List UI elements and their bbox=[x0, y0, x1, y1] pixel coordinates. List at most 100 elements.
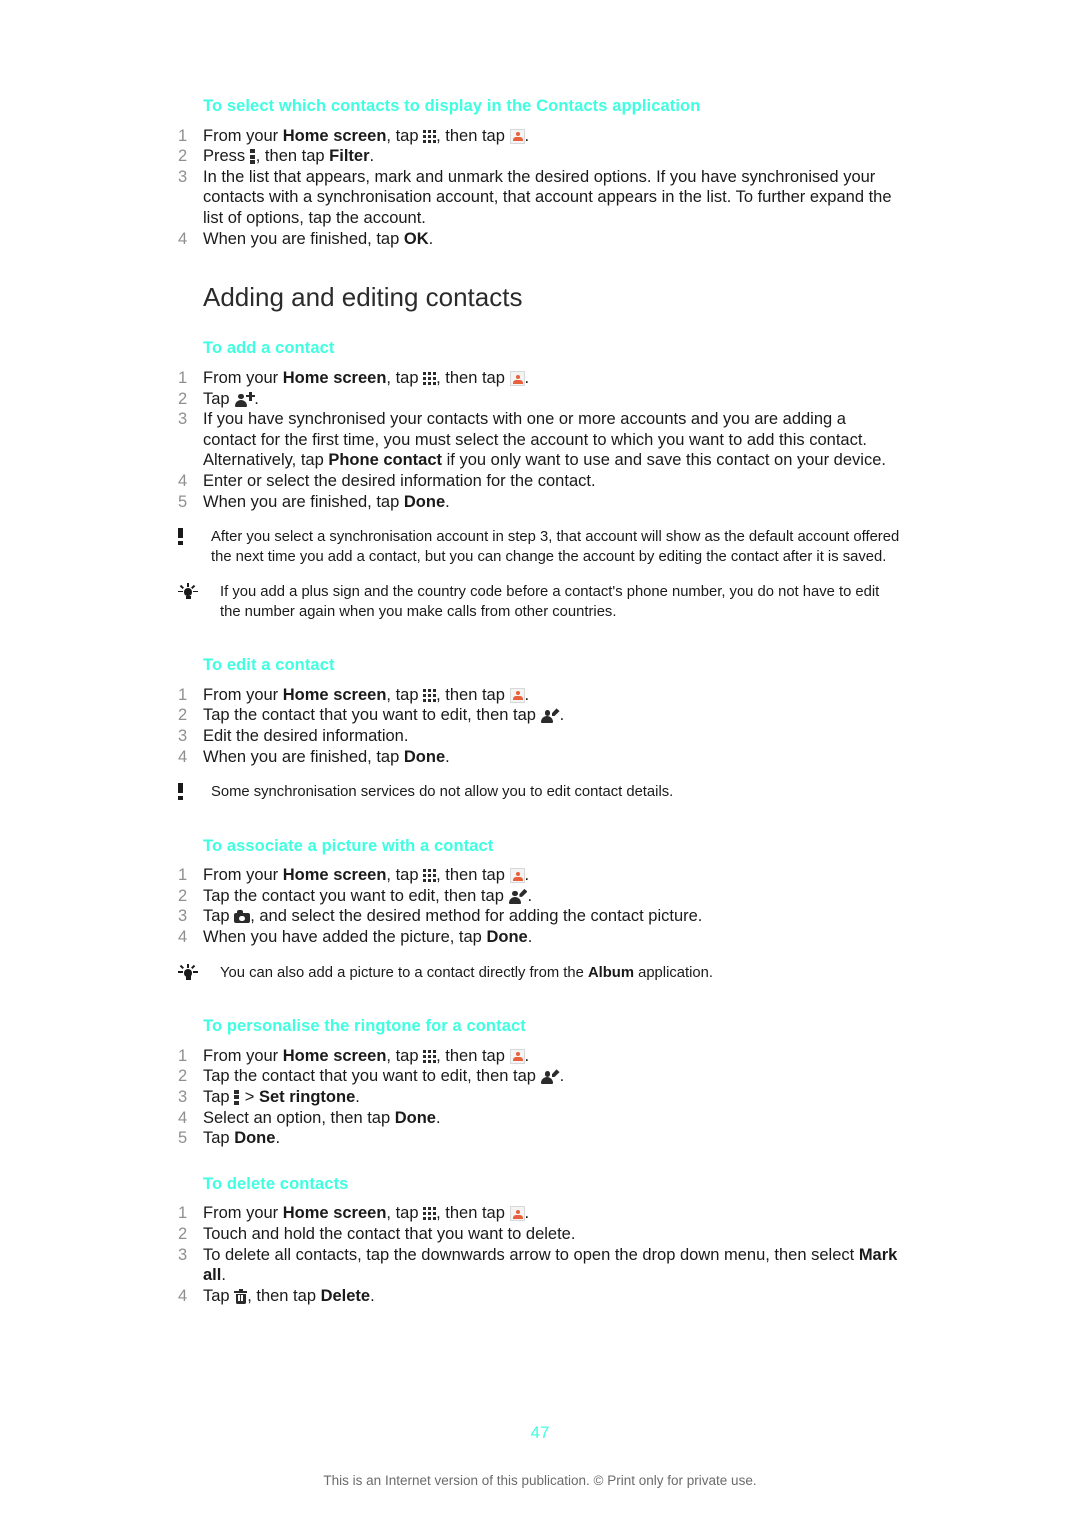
note-text: After you select a synchronisation accou… bbox=[211, 529, 900, 565]
step-text: , tap bbox=[386, 1204, 424, 1223]
step-item: To delete all contacts, tap the downward… bbox=[178, 1245, 902, 1286]
lightbulb-tip-icon bbox=[178, 963, 204, 982]
overflow-menu-icon bbox=[249, 149, 256, 165]
step-text: . bbox=[559, 1067, 565, 1086]
step-text: . bbox=[524, 685, 530, 704]
step-item: Tap the contact you want to edit, then t… bbox=[178, 886, 902, 907]
step-text: . bbox=[435, 1108, 441, 1127]
ui-term-done: Done bbox=[403, 492, 446, 511]
ui-term-done: Done bbox=[234, 1129, 276, 1148]
step-text: When you have added the picture, tap bbox=[203, 928, 487, 947]
ui-term-done: Done bbox=[394, 1108, 436, 1127]
step-item: When you are finished, tap OK. bbox=[178, 229, 902, 250]
step-text: . bbox=[524, 866, 530, 885]
step-text: Tap bbox=[203, 1129, 235, 1148]
step-item: Tap Done. bbox=[178, 1128, 902, 1149]
contacts-app-icon bbox=[509, 1206, 525, 1222]
step-text: , then tap bbox=[436, 866, 510, 885]
step-text: When you are finished, tap bbox=[203, 747, 404, 766]
step-text: Tap bbox=[203, 1286, 235, 1305]
step-text: . bbox=[445, 747, 450, 766]
step-text: if you only want to use and save this co… bbox=[442, 451, 886, 470]
step-item: From your Home screen, tap , then tap . bbox=[178, 685, 902, 706]
edit-contact-icon bbox=[508, 888, 528, 904]
ui-term-set-ringtone: Set ringtone bbox=[259, 1087, 356, 1106]
step-text: From your bbox=[203, 369, 283, 387]
ui-term-ok: OK bbox=[403, 229, 429, 248]
tip-text: application. bbox=[633, 964, 713, 981]
note-callout-add-contact: After you select a synchronisation accou… bbox=[178, 528, 902, 567]
app-grid-icon bbox=[423, 1049, 437, 1063]
step-item: Press , then tap Filter. bbox=[178, 146, 902, 167]
contacts-app-icon bbox=[509, 687, 525, 703]
step-text: . bbox=[445, 492, 450, 511]
step-item: Tap > Set ringtone. bbox=[178, 1087, 902, 1108]
step-text: , tap bbox=[386, 1046, 424, 1065]
edit-contact-icon bbox=[541, 708, 560, 724]
lightbulb-tip-icon bbox=[178, 583, 204, 601]
step-text: . bbox=[527, 886, 533, 905]
step-text: . bbox=[559, 706, 565, 725]
step-text: , then tap bbox=[436, 1046, 510, 1065]
step-text: . bbox=[275, 1129, 281, 1148]
step-text: Press bbox=[203, 147, 250, 166]
step-item: When you are finished, tap Done. bbox=[178, 492, 902, 513]
contacts-app-icon bbox=[509, 371, 525, 386]
overflow-menu-icon bbox=[234, 1089, 240, 1105]
step-text: , then tap bbox=[247, 1286, 321, 1305]
step-item: From your Home screen, tap , then tap . bbox=[178, 368, 902, 389]
ui-term-home-screen: Home screen bbox=[282, 685, 387, 704]
procedure-title-associate-picture: To associate a picture with a contact bbox=[203, 836, 494, 855]
step-text: From your bbox=[203, 1204, 283, 1223]
step-text: , then tap bbox=[436, 369, 510, 387]
step-text: . bbox=[254, 389, 259, 408]
step-item: From your Home screen, tap , then tap . bbox=[178, 1046, 902, 1067]
ui-term-home-screen: Home screen bbox=[282, 369, 387, 387]
procedure-steps-filter-contacts: From your Home screen, tap , then tap . … bbox=[178, 126, 902, 250]
step-item: When you have added the picture, tap Don… bbox=[178, 927, 902, 948]
ui-term-home-screen: Home screen bbox=[282, 1204, 387, 1223]
ui-term-delete: Delete bbox=[320, 1286, 371, 1305]
step-text: . bbox=[369, 147, 375, 166]
contacts-app-icon bbox=[509, 1048, 525, 1064]
step-text: From your bbox=[203, 866, 283, 885]
note-callout-edit-contact: Some synchronisation services do not all… bbox=[178, 783, 902, 803]
step-text: When you are finished, tap bbox=[203, 492, 404, 511]
procedure-title-filter-contacts: To select which contacts to display in t… bbox=[203, 97, 701, 115]
ui-term-home-screen: Home screen bbox=[282, 126, 387, 145]
ui-term-album: Album bbox=[587, 964, 634, 981]
step-text: From your bbox=[203, 126, 283, 145]
procedure-steps-personalise-ringtone: From your Home screen, tap , then tap . … bbox=[178, 1046, 902, 1149]
step-text: . bbox=[428, 229, 434, 248]
step-item: Edit the desired information. bbox=[178, 726, 409, 746]
step-item: Tap the contact that you want to edit, t… bbox=[178, 1066, 902, 1087]
app-grid-icon bbox=[423, 688, 437, 702]
step-item: Touch and hold the contact that you want… bbox=[178, 1224, 576, 1244]
step-text: , tap bbox=[386, 866, 424, 885]
document-page: To select which contacts to display in t… bbox=[0, 0, 1080, 1527]
step-text: Select an option, then tap bbox=[203, 1108, 395, 1127]
step-text: Tap the contact that you want to edit, t… bbox=[203, 706, 541, 725]
procedure-title-delete-contacts: To delete contacts bbox=[203, 1174, 349, 1193]
step-text: . bbox=[527, 928, 533, 947]
tip-text: If you add a plus sign and the country c… bbox=[220, 584, 880, 620]
step-text: , tap bbox=[386, 685, 424, 704]
page-title: Adding and editing contacts bbox=[203, 282, 523, 313]
tip-text: You can also add a picture to a contact … bbox=[220, 964, 588, 981]
step-text: . bbox=[524, 1204, 530, 1223]
step-text: Tap bbox=[203, 907, 235, 926]
step-item: From your Home screen, tap , then tap . bbox=[178, 1203, 902, 1224]
footer-copyright-note: This is an Internet version of this publ… bbox=[323, 1473, 757, 1488]
app-grid-icon bbox=[423, 1207, 437, 1221]
step-text: , and select the desired method for addi… bbox=[250, 907, 703, 926]
step-item: When you are finished, tap Done. bbox=[178, 747, 902, 768]
ui-term-filter: Filter bbox=[329, 147, 370, 166]
ui-term-done: Done bbox=[486, 928, 528, 947]
step-text: To delete all contacts, tap the downward… bbox=[203, 1245, 859, 1264]
step-text: Tap the contact that you want to edit, t… bbox=[203, 1067, 541, 1086]
app-grid-icon bbox=[423, 372, 437, 385]
page-number: 47 bbox=[530, 1423, 550, 1442]
step-text: . bbox=[355, 1087, 360, 1106]
step-text: , tap bbox=[386, 126, 424, 145]
page-content: To select which contacts to display in t… bbox=[178, 96, 902, 1306]
